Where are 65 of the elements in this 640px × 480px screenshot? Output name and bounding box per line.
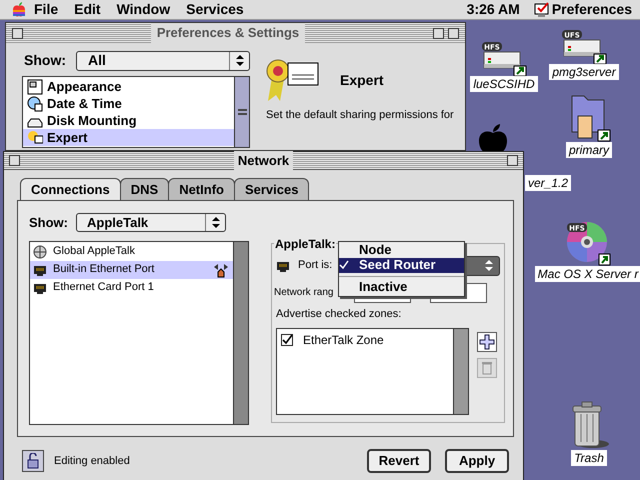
menu-option[interactable]: Inactive bbox=[339, 280, 464, 294]
popup-arrows-icon bbox=[212, 217, 220, 228]
show-label: Show: bbox=[24, 51, 66, 70]
tab[interactable]: NetInfo bbox=[168, 178, 235, 200]
lock-button[interactable] bbox=[22, 450, 44, 472]
apply-button[interactable]: Apply bbox=[445, 449, 509, 473]
appearance-icon bbox=[27, 78, 43, 94]
tab[interactable]: DNS bbox=[120, 178, 170, 200]
menu-option[interactable]: Seed Router bbox=[339, 258, 464, 272]
port-list-item[interactable]: Ethernet Card Port 1 bbox=[30, 278, 233, 296]
scroll-thumb-icon[interactable] bbox=[238, 109, 246, 115]
desktop-icon-label[interactable]: primary bbox=[566, 142, 612, 158]
collapse-box-icon[interactable] bbox=[433, 28, 444, 38]
tab[interactable]: Services bbox=[234, 178, 310, 200]
popup-arrows-icon bbox=[485, 260, 494, 271]
panel-description: Set the default sharing permissions for bbox=[266, 108, 454, 123]
add-zone-button[interactable] bbox=[477, 332, 497, 352]
clock-icon bbox=[27, 96, 43, 112]
network-range-label: Network rang bbox=[274, 286, 334, 300]
panel-list-item[interactable]: Date & Time bbox=[23, 95, 234, 112]
menu-item[interactable]: Window bbox=[108, 0, 178, 20]
menu-item[interactable]: Services bbox=[178, 0, 252, 20]
show-popup[interactable]: All bbox=[76, 50, 250, 70]
panel-list-item[interactable]: Expert bbox=[23, 129, 234, 146]
scroll-bar[interactable] bbox=[234, 77, 249, 147]
app-menu[interactable]: Preferences bbox=[552, 0, 632, 20]
lock-status: Editing enabled bbox=[54, 454, 130, 469]
menu-item[interactable]: Edit bbox=[66, 0, 109, 20]
zone-name[interactable]: EtherTalk Zone bbox=[303, 331, 384, 349]
menu-item[interactable]: File bbox=[26, 0, 66, 20]
globe-icon bbox=[33, 244, 47, 258]
port-label: Port is: bbox=[298, 258, 332, 274]
apple-logo-icon[interactable] bbox=[12, 2, 26, 18]
zoom-box-icon[interactable] bbox=[448, 28, 459, 38]
desktop-icon-label[interactable]: ver_1.2 bbox=[525, 175, 572, 191]
award-ribbon-icon bbox=[266, 57, 320, 103]
panel-list-item[interactable]: Appearance bbox=[23, 78, 234, 95]
unlocked-padlock-icon bbox=[27, 453, 39, 469]
show-label: Show: bbox=[29, 214, 68, 232]
menu-clock: 3:26 AM bbox=[466, 0, 520, 19]
plus-icon bbox=[479, 334, 495, 350]
advertise-label: Advertise checked zones: bbox=[276, 306, 402, 322]
checkmark-icon bbox=[339, 260, 349, 270]
port-list-item[interactable]: Global AppleTalk bbox=[30, 242, 233, 260]
show-popup[interactable]: AppleTalk bbox=[76, 213, 226, 232]
collapse-box-icon[interactable] bbox=[507, 155, 518, 166]
port-list-item[interactable]: Built-in Ethernet Port bbox=[30, 260, 233, 278]
popup-arrows-icon bbox=[236, 55, 244, 66]
desktop-icon-label[interactable]: Trash bbox=[571, 450, 607, 466]
menu-option[interactable]: Node bbox=[339, 242, 464, 258]
window-title: Preferences & Settings bbox=[150, 23, 306, 43]
app-menu-icon[interactable] bbox=[534, 2, 550, 18]
close-box-icon[interactable] bbox=[12, 28, 23, 38]
scroll-bar[interactable] bbox=[233, 242, 248, 424]
close-box-icon[interactable] bbox=[9, 155, 20, 166]
panel-title: Expert bbox=[340, 70, 384, 90]
tab[interactable]: Connections bbox=[20, 178, 121, 200]
panel-list-item[interactable]: Disk Mounting bbox=[23, 112, 234, 129]
revert-button[interactable]: Revert bbox=[367, 449, 431, 473]
desktop-icon-label[interactable]: Mac OS X Server r bbox=[534, 266, 640, 282]
scroll-bar[interactable] bbox=[453, 329, 468, 414]
zone-checkbox[interactable] bbox=[281, 334, 293, 346]
window-title: Network bbox=[234, 150, 294, 170]
apple-logo-icon[interactable] bbox=[476, 123, 510, 151]
trash-icon bbox=[481, 361, 493, 375]
